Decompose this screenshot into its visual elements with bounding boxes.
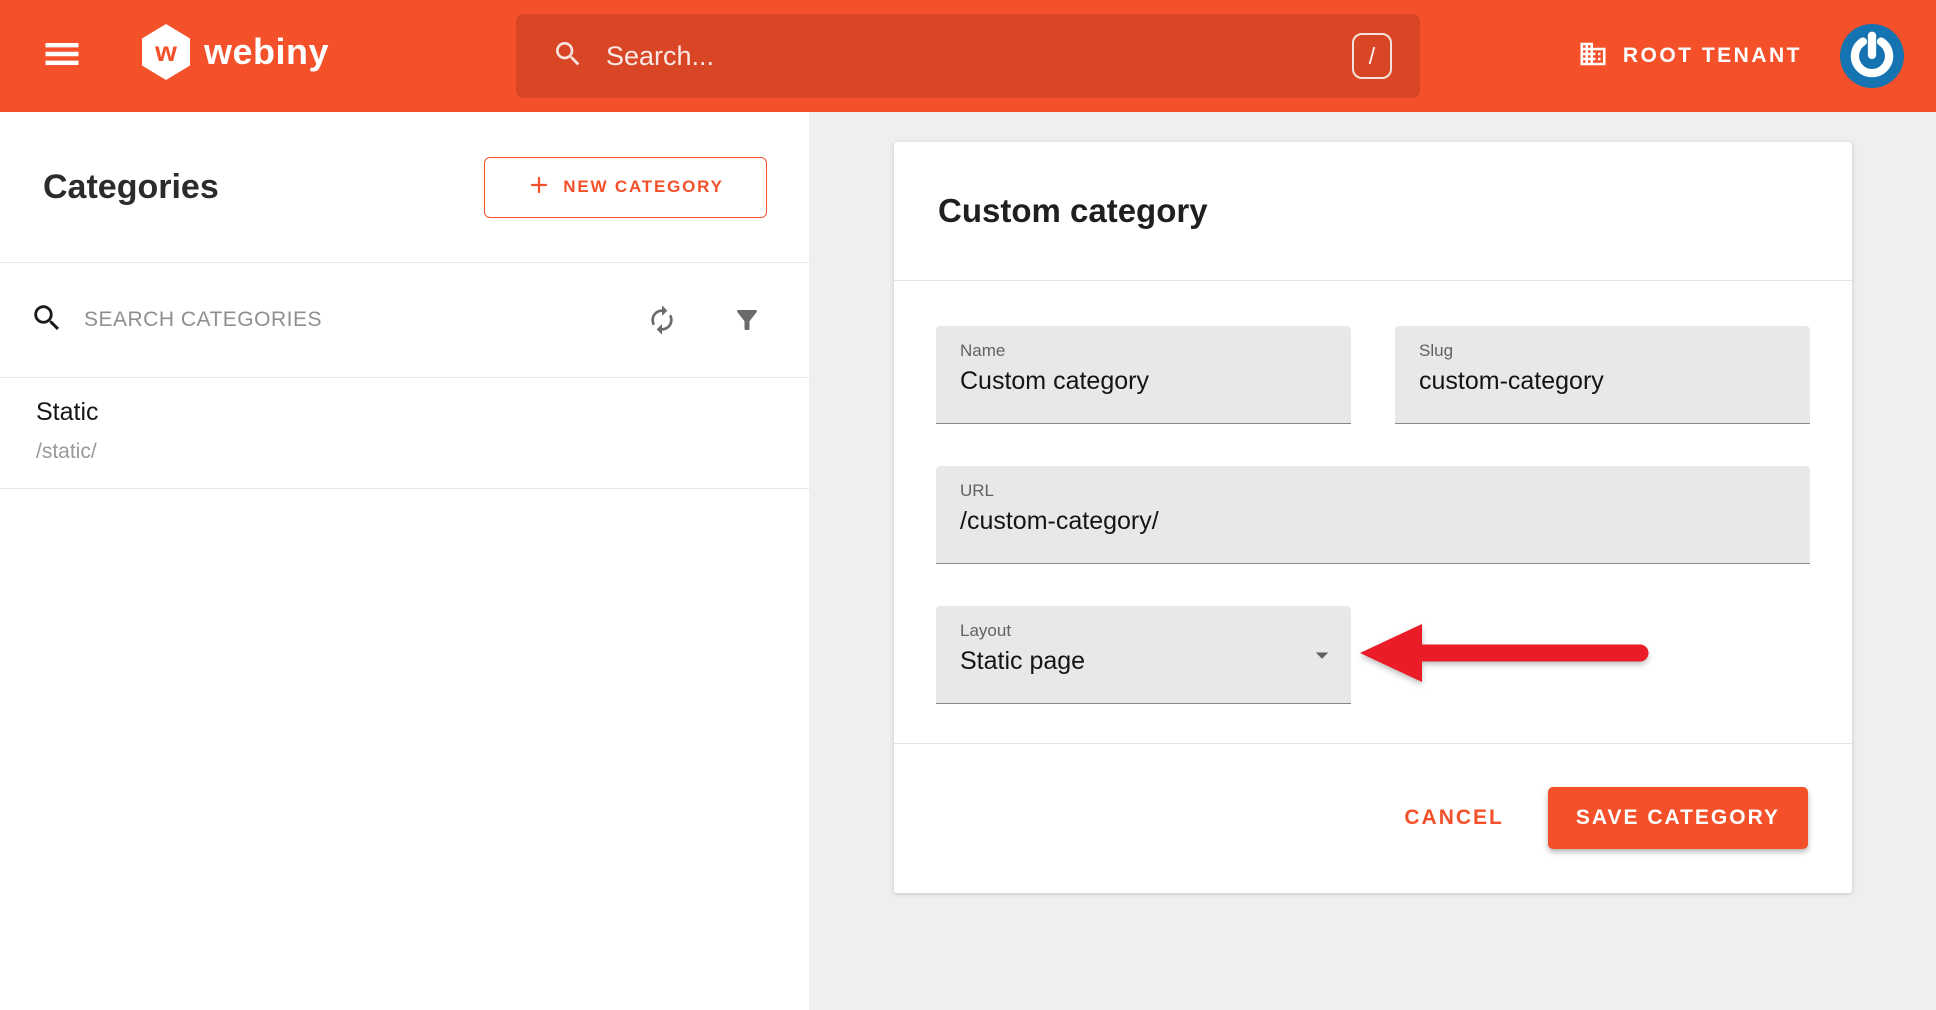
cancel-button[interactable]: CANCEL xyxy=(1388,796,1520,840)
building-icon xyxy=(1578,39,1608,74)
webiny-hexagon-icon: w xyxy=(142,24,190,80)
top-bar: w webiny / ROOT TENANT xyxy=(0,0,1936,112)
category-url: /static/ xyxy=(36,440,773,464)
new-category-button[interactable]: NEW CATEGORY xyxy=(484,157,767,218)
slug-label: Slug xyxy=(1419,341,1786,361)
category-search-input[interactable] xyxy=(84,308,646,332)
topbar-right-group: ROOT TENANT xyxy=(1578,0,1904,112)
new-category-label: NEW CATEGORY xyxy=(563,177,723,197)
slash-shortcut-badge: / xyxy=(1352,33,1392,79)
categories-header: Categories NEW CATEGORY xyxy=(0,112,809,262)
category-search-bar xyxy=(0,263,809,377)
menu-button[interactable] xyxy=(38,34,86,78)
page-title: Categories xyxy=(43,168,219,207)
form-footer: CANCEL SAVE CATEGORY xyxy=(894,744,1852,892)
form-row-name-slug: Name Custom category Slug custom-categor… xyxy=(936,326,1810,424)
search-icon xyxy=(552,38,584,75)
form-body: Name Custom category Slug custom-categor… xyxy=(894,281,1852,704)
webiny-initial: w xyxy=(155,38,177,66)
slug-value: custom-category xyxy=(1419,367,1786,396)
plus-icon xyxy=(527,173,551,202)
hamburger-icon xyxy=(40,32,84,81)
layout-select[interactable]: Layout Static page xyxy=(936,606,1351,704)
category-name: Static xyxy=(36,398,773,427)
name-label: Name xyxy=(960,341,1327,361)
slug-field[interactable]: Slug custom-category xyxy=(1395,326,1810,424)
tenant-label: ROOT TENANT xyxy=(1623,44,1802,68)
form-title: Custom category xyxy=(938,192,1208,230)
category-form-card: Custom category Name Custom category Slu… xyxy=(894,142,1852,893)
save-category-button[interactable]: SAVE CATEGORY xyxy=(1548,787,1808,849)
categories-panel: Categories NEW CATEGORY xyxy=(0,112,809,1010)
category-list-item[interactable]: Static /static/ xyxy=(0,378,809,488)
url-label: URL xyxy=(960,481,1786,501)
url-field[interactable]: URL /custom-category/ xyxy=(936,466,1810,564)
form-title-row: Custom category xyxy=(894,142,1852,281)
layout-label: Layout xyxy=(960,621,1327,641)
user-avatar[interactable] xyxy=(1840,24,1904,88)
chevron-down-icon xyxy=(1307,640,1337,675)
filter-button[interactable] xyxy=(732,305,762,335)
divider xyxy=(0,488,809,489)
refresh-button[interactable] xyxy=(646,304,678,336)
form-row-layout: Layout Static page xyxy=(936,606,1810,704)
search-icon xyxy=(30,301,64,340)
global-search[interactable]: / xyxy=(516,14,1420,98)
url-value: /custom-category/ xyxy=(960,507,1786,536)
form-row-url: URL /custom-category/ xyxy=(936,466,1810,564)
red-arrow-annotation xyxy=(1358,621,1650,690)
tenant-selector[interactable]: ROOT TENANT xyxy=(1578,39,1802,74)
main-content: Custom category Name Custom category Slu… xyxy=(809,112,1936,1010)
name-value: Custom category xyxy=(960,367,1327,396)
name-field[interactable]: Name Custom category xyxy=(936,326,1351,424)
layout-value: Static page xyxy=(960,647,1327,676)
global-search-input[interactable] xyxy=(606,41,1352,72)
brand-text: webiny xyxy=(204,31,329,73)
webiny-logo[interactable]: w webiny xyxy=(142,24,329,80)
